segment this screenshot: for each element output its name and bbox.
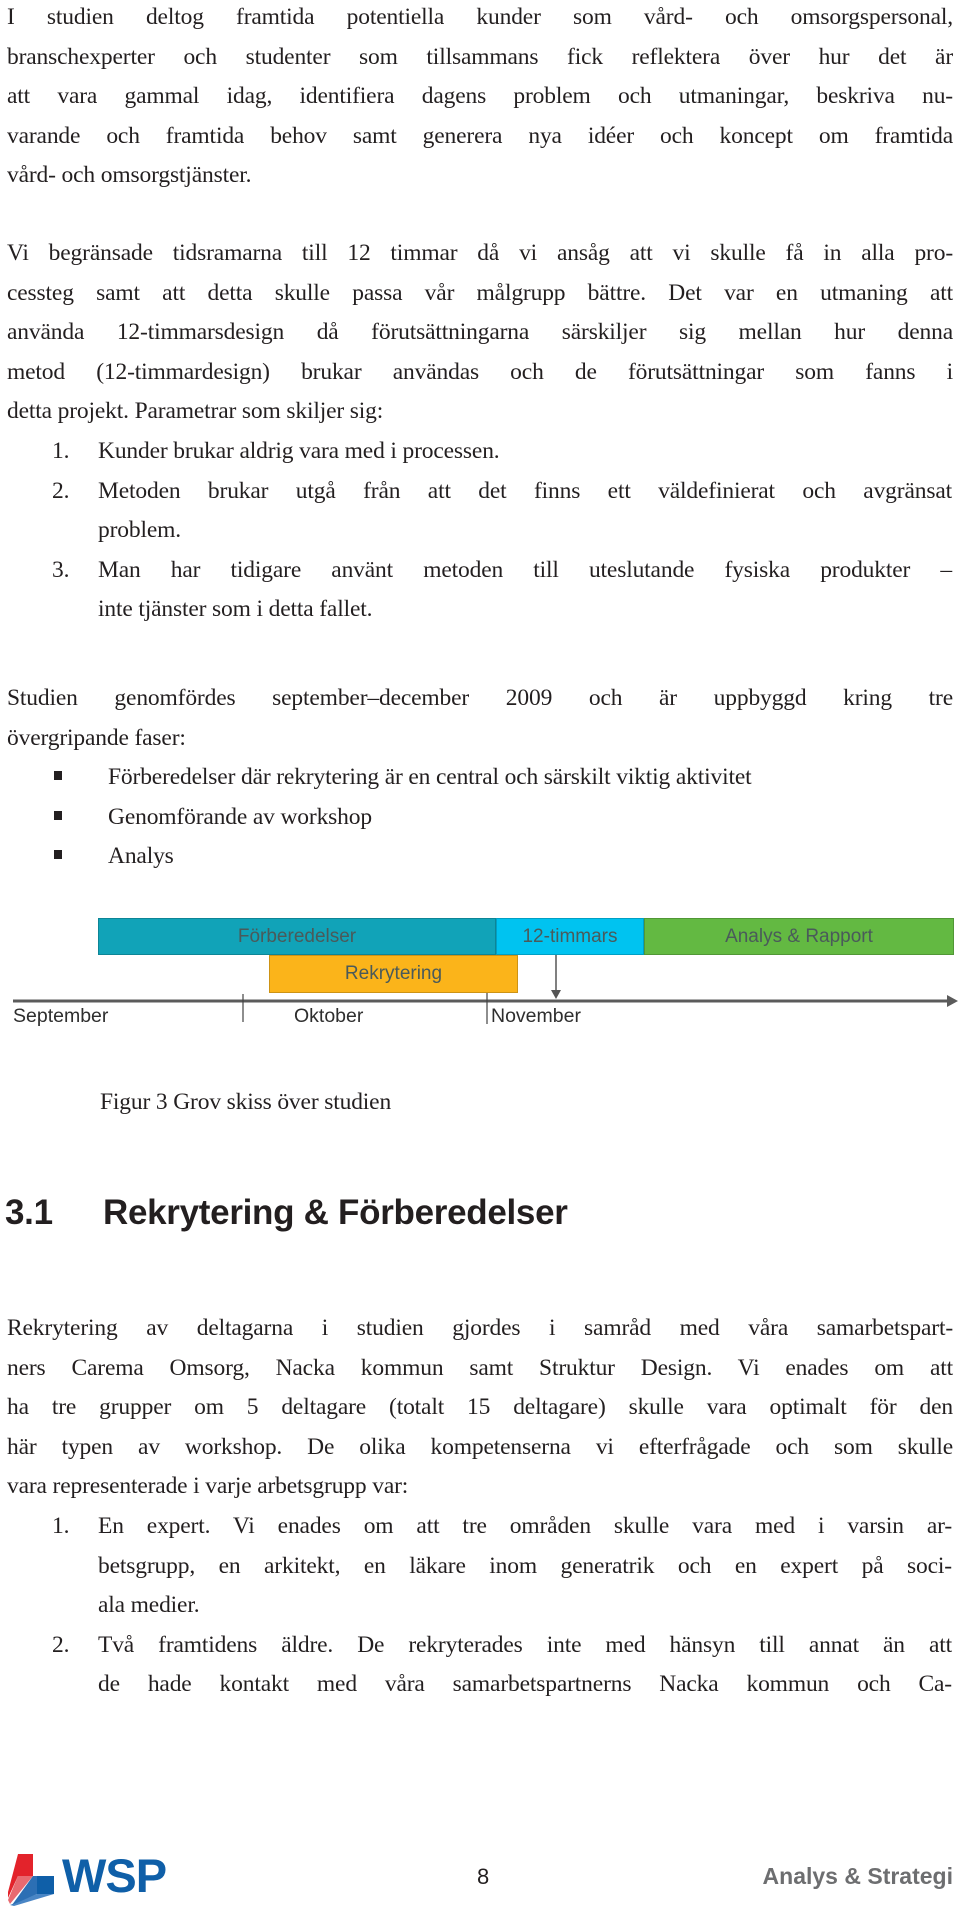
month-label: November <box>491 1005 581 1027</box>
text-line: Två framtidens äldre. De rekryterades in… <box>98 1631 952 1658</box>
section-number: 3.1 <box>5 1193 53 1232</box>
section-heading: 3.1 Rekrytering & Förberedelser <box>5 1193 568 1233</box>
list-number: 3. <box>52 556 70 583</box>
footer-department: Analys & Strategi <box>762 1863 953 1889</box>
timeline-bar-label: Förberedelser <box>237 925 357 947</box>
text-line: att vara gammal idag, identifiera dagens… <box>7 83 953 110</box>
phase-list: Förberedelser där rekrytering är en cent… <box>54 758 954 877</box>
list-number: 1. <box>52 1513 70 1539</box>
list-item: Förberedelser där rekrytering är en cent… <box>54 758 954 798</box>
text-line: ala medier. <box>98 1592 200 1619</box>
text-line: Genomförande av workshop <box>108 803 372 830</box>
text-line: metod (12-timmardesign) brukar användas … <box>7 358 953 385</box>
text-line: detta projekt. Parametrar som skiljer si… <box>7 398 384 425</box>
timeline-bar-analys-rapport: Analys & Rapport <box>644 918 954 955</box>
timeline-arrow-head-icon <box>947 995 958 1007</box>
wsp-logo: WSP <box>6 1849 167 1906</box>
text-line: vård- och omsorgstjänster. <box>7 162 252 189</box>
bullet-icon <box>54 810 62 820</box>
text-line: varande och framtida behov samt generera… <box>7 122 953 149</box>
recruitment-paragraph: Rekrytering av deltagarna i studien gjor… <box>7 1309 953 1507</box>
intro-paragraph: I studien deltog framtida potentiella ku… <box>7 0 953 196</box>
wsp-logo-mark-icon <box>8 1854 54 1906</box>
list-item: 1. En expert. Vi enades om att tre områd… <box>52 1507 952 1626</box>
bullet-icon <box>54 850 62 860</box>
text-line: branschexperter och studenter som tillsa… <box>7 43 953 70</box>
text-line: ners Carema Omsorg, Nacka kommun samt St… <box>7 1354 953 1381</box>
text-line: Studien genomfördes september–december 2… <box>7 685 953 711</box>
month-label: September <box>13 1005 109 1027</box>
timeline-bar-12-timmars: 12-timmars <box>496 918 644 955</box>
list-item: 2. Två framtidens äldre. De rekryterades… <box>52 1626 952 1705</box>
list-item: 2. Metoden brukar utgå från att det finn… <box>52 472 952 551</box>
event-marker-arrow-icon <box>551 990 561 999</box>
text-line: Man har tidigare använt metoden till ute… <box>98 556 952 583</box>
timeline-bar-label: 12-timmars <box>522 925 618 947</box>
text-line: vara representerade i varje arbetsgrupp … <box>7 1473 409 1500</box>
timeline-bar-förberedelser: Förberedelser <box>98 918 496 955</box>
phases-paragraph: Studien genomfördes september–december 2… <box>7 679 953 758</box>
section-title: Rekrytering & Förberedelser <box>103 1193 568 1232</box>
text-line: använda 12-timmarsdesign då förutsättnin… <box>7 319 953 346</box>
text-line: Metoden brukar utgå från att det finns e… <box>98 477 952 504</box>
list-item: 1. Kunder brukar aldrig vara med i proce… <box>52 432 952 472</box>
text-line: de hade kontakt med våra samarbetspartne… <box>98 1671 952 1698</box>
timeframe-paragraph: Vi begränsade tidsramarna till 12 timmar… <box>7 234 953 432</box>
text-line: ha tre grupper om 5 deltagare (totalt 15… <box>7 1394 953 1421</box>
bullet-icon <box>54 771 62 780</box>
list-number: 1. <box>52 438 70 464</box>
text-line: betsgrupp, en arkitekt, en läkare inom g… <box>98 1552 952 1579</box>
text-line: En expert. Vi enades om att tre områden … <box>98 1513 952 1539</box>
list-number: 2. <box>52 1631 70 1658</box>
list-number: 2. <box>52 477 70 504</box>
figure-caption: Figur 3 Grov skiss över studien <box>100 1089 392 1115</box>
list-item: 3. Man har tidigare använt metoden till … <box>52 551 952 630</box>
list-item: Analys <box>54 837 954 877</box>
text-line: Rekrytering av deltagarna i studien gjor… <box>7 1315 953 1341</box>
competence-list: 1. En expert. Vi enades om att tre områd… <box>52 1507 952 1705</box>
parameter-list: 1. Kunder brukar aldrig vara med i proce… <box>52 432 952 630</box>
text-line: Vi begränsade tidsramarna till 12 timmar… <box>7 240 953 266</box>
timeline-bar-label: Rekrytering <box>344 963 443 984</box>
text-line: här typen av workshop. De olika kompeten… <box>7 1433 953 1460</box>
text-line: övergripande faser: <box>7 724 186 751</box>
text-line: inte tjänster som i detta fallet. <box>98 596 373 623</box>
text-line: Kunder brukar aldrig vara med i processe… <box>98 438 500 464</box>
timeline-bar-label: Analys & Rapport <box>725 925 873 947</box>
text-line: Analys <box>108 843 174 870</box>
wsp-logo-text: WSP <box>62 1849 167 1902</box>
timeline-diagram: Förberedelser 12-timmars Analys & Rapport R… <box>0 900 960 1050</box>
text-line: cessteg samt att detta skulle passa vår … <box>7 279 953 306</box>
timeline-bar-rekrytering: Rekrytering <box>269 955 518 993</box>
page-number: 8 <box>477 1864 490 1889</box>
text-line: Förberedelser där rekrytering är en cent… <box>108 764 752 790</box>
month-label: Oktober <box>294 1005 364 1027</box>
list-item: Genomförande av workshop <box>54 798 954 838</box>
text-line: problem. <box>98 517 181 544</box>
text-line: I studien deltog framtida potentiella ku… <box>7 4 953 30</box>
